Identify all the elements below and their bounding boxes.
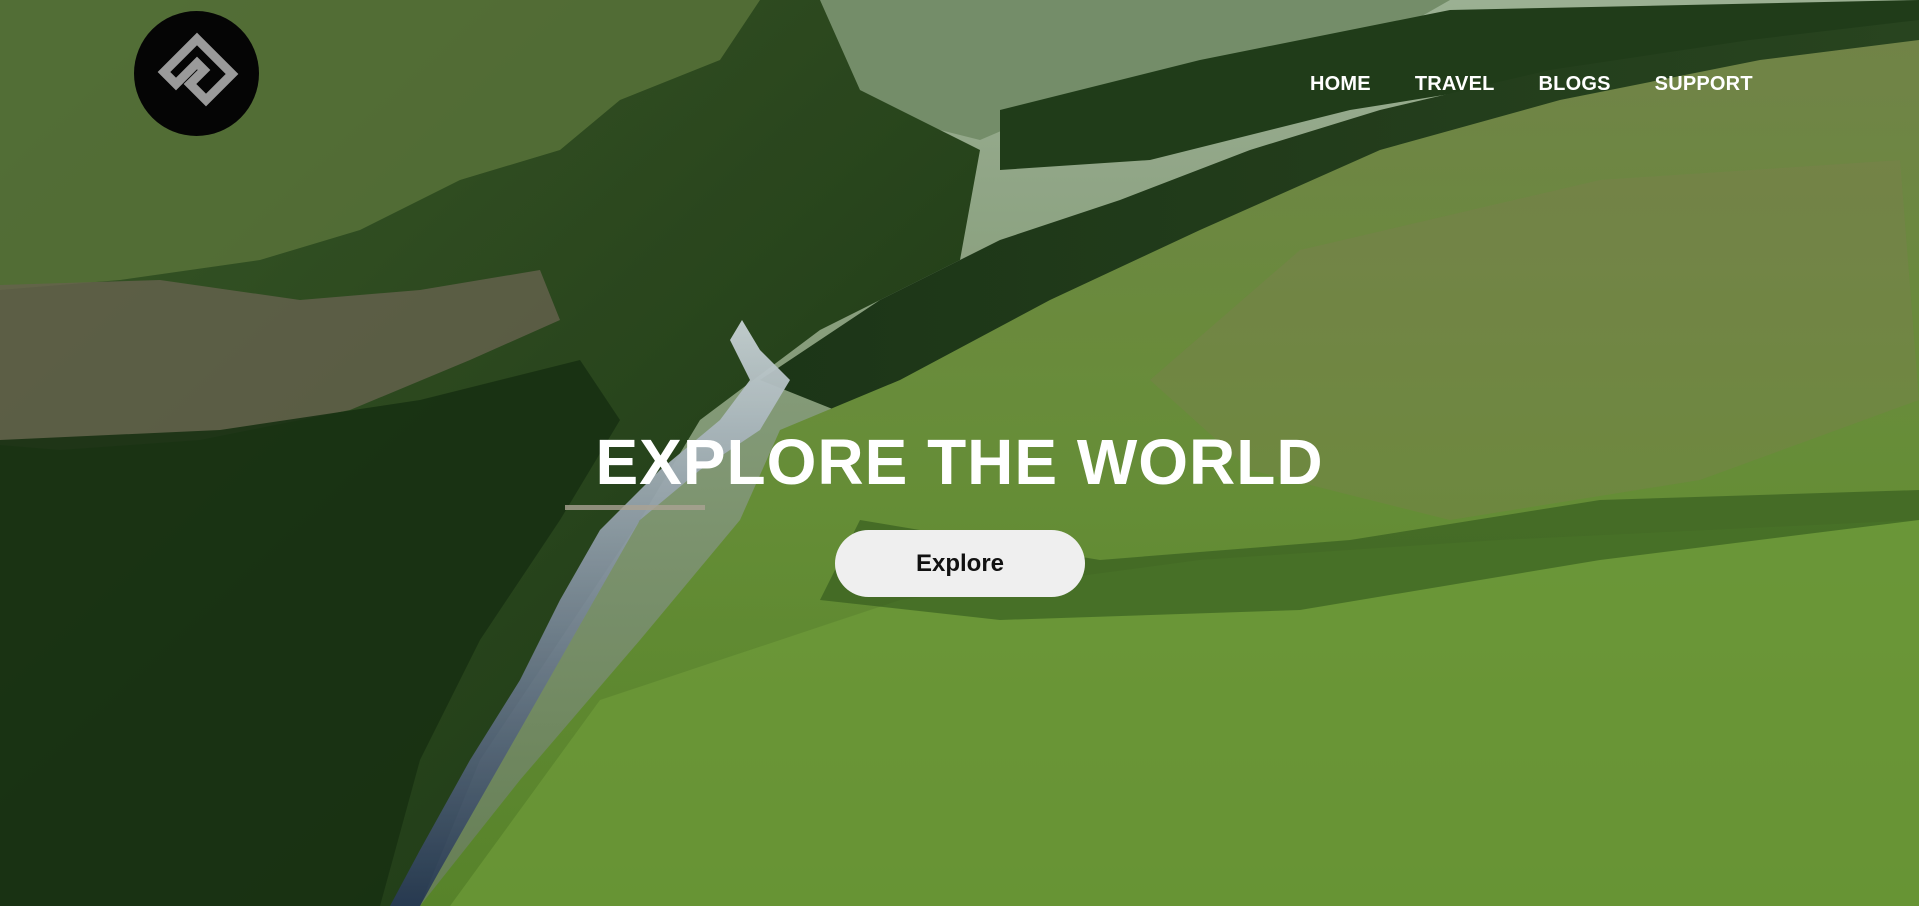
nav-item-support[interactable]: SUPPORT (1655, 72, 1753, 96)
explore-button[interactable]: Explore (835, 530, 1085, 597)
hero-title: EXPLORE THE WORLD (595, 426, 1324, 498)
main-nav: HOME TRAVEL BLOGS SUPPORT (1310, 72, 1753, 96)
diamond-arrow-logo-icon (157, 32, 238, 106)
logo-icon[interactable] (134, 11, 259, 136)
nav-item-home[interactable]: HOME (1310, 72, 1371, 96)
nav-item-blogs[interactable]: BLOGS (1539, 72, 1611, 96)
hero-section: HOME TRAVEL BLOGS SUPPORT EXPLORE THE WO… (0, 0, 1919, 906)
nav-item-travel[interactable]: TRAVEL (1415, 72, 1495, 96)
